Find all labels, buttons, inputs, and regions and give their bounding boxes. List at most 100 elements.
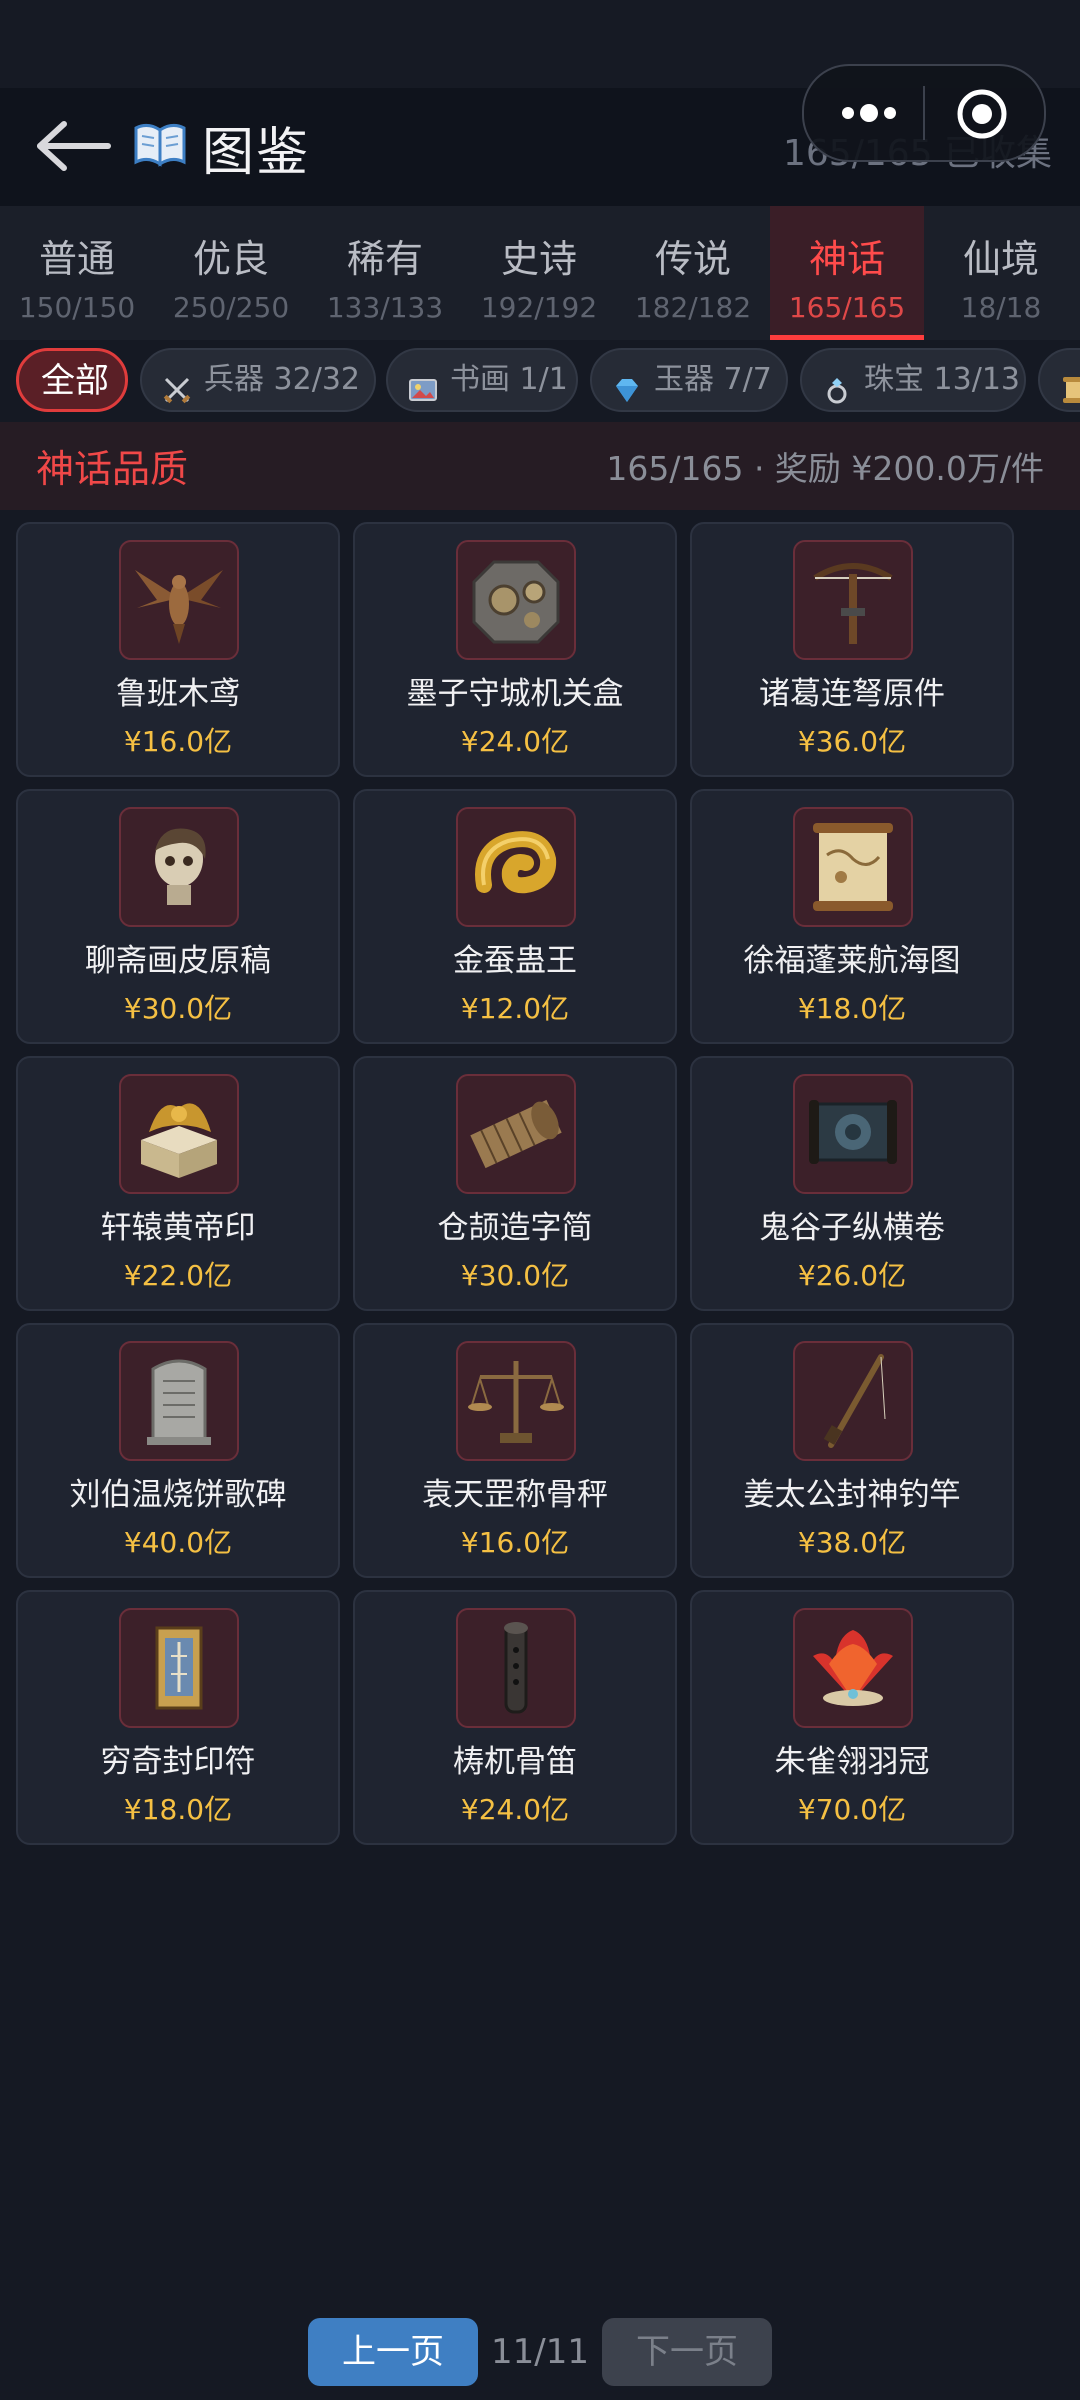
- item-price: ¥16.0亿: [123, 725, 233, 758]
- tab-rarity[interactable]: 神话 165/165: [770, 206, 924, 340]
- tab-rarity[interactable]: 传说 182/182: [616, 206, 770, 340]
- chip-label: 珠宝 13/13: [864, 362, 1020, 397]
- category-chip[interactable]: 书画 1/1: [386, 348, 578, 412]
- capsule-divider: [923, 86, 925, 140]
- tab-count: 192/192: [480, 291, 598, 324]
- next-page-button[interactable]: 下一页: [602, 2318, 772, 2386]
- item-name: 墨子守城机关盒: [406, 676, 624, 712]
- gem-icon: [612, 366, 642, 402]
- tab-rarity[interactable]: 普通 150/150: [0, 206, 154, 340]
- item-price: ¥22.0亿: [123, 1259, 233, 1292]
- pagination: 上一页 11/11 下一页: [0, 2318, 1080, 2388]
- item-card[interactable]: 墨子守城机关盒 ¥24.0亿: [353, 522, 677, 777]
- item-image: [456, 1341, 576, 1461]
- item-image: [119, 1608, 239, 1728]
- item-price: ¥70.0亿: [797, 1793, 907, 1826]
- item-price: ¥24.0亿: [460, 1793, 570, 1826]
- more-icon: [842, 104, 896, 122]
- item-price: ¥30.0亿: [123, 992, 233, 1025]
- item-image: [456, 540, 576, 660]
- tab-label: 传说: [654, 237, 731, 281]
- page-title: 图鉴: [202, 123, 311, 183]
- item-card[interactable]: 诸葛连弩原件 ¥36.0亿: [690, 522, 1014, 777]
- item-price: ¥40.0亿: [123, 1526, 233, 1559]
- item-card[interactable]: 聊斋画皮原稿 ¥30.0亿: [16, 789, 340, 1044]
- item-name: 轩辕黄帝印: [100, 1210, 256, 1246]
- item-card[interactable]: 徐福蓬莱航海图 ¥18.0亿: [690, 789, 1014, 1044]
- item-image: [793, 1074, 913, 1194]
- item-name: 鬼谷子纵横卷: [759, 1210, 945, 1246]
- item-image: [793, 1608, 913, 1728]
- item-name: 诸葛连弩原件: [759, 676, 945, 712]
- item-name: 刘伯温烧饼歌碑: [69, 1477, 287, 1513]
- chip-label: 兵器 32/32: [204, 362, 360, 397]
- item-card[interactable]: 轩辕黄帝印 ¥22.0亿: [16, 1056, 340, 1311]
- item-image: [456, 1608, 576, 1728]
- chip-label: 全部: [41, 361, 109, 401]
- item-card[interactable]: 鲁班木鸢 ¥16.0亿: [16, 522, 340, 777]
- item-image: [456, 807, 576, 927]
- tab-count: 182/182: [634, 291, 752, 324]
- item-name: 姜太公封神钓竿: [743, 1477, 961, 1513]
- item-price: ¥24.0亿: [460, 725, 570, 758]
- item-name: 袁天罡称骨秤: [422, 1477, 608, 1513]
- category-chip[interactable]: 兵器 32/32: [140, 348, 376, 412]
- tab-count: 165/165: [788, 291, 906, 324]
- tab-label: 仙境: [962, 237, 1039, 281]
- page-indicator: 11/11: [491, 2332, 589, 2372]
- item-price: ¥30.0亿: [460, 1259, 570, 1292]
- item-card[interactable]: 袁天罡称骨秤 ¥16.0亿: [353, 1323, 677, 1578]
- item-price: ¥38.0亿: [797, 1526, 907, 1559]
- category-chip[interactable]: 全部: [16, 348, 128, 412]
- target-close-icon: [957, 89, 1007, 139]
- item-name: 聊斋画皮原稿: [85, 943, 271, 979]
- tab-count: 133/133: [326, 291, 444, 324]
- item-price: ¥16.0亿: [460, 1526, 570, 1559]
- item-card[interactable]: 仓颉造字简 ¥30.0亿: [353, 1056, 677, 1311]
- back-button[interactable]: [34, 118, 114, 174]
- item-price: ¥26.0亿: [797, 1259, 907, 1292]
- tab-label: 神话: [808, 237, 885, 281]
- category-chip[interactable]: 珠宝 13/13: [800, 348, 1026, 412]
- tab-label: 普通: [38, 237, 115, 281]
- item-card[interactable]: 朱雀翎羽冠 ¥70.0亿: [690, 1590, 1014, 1845]
- item-name: 金蚕蛊王: [453, 943, 577, 979]
- quality-summary: 165/165 · 奖励 ¥200.0万/件: [606, 449, 1044, 488]
- scroll-icon: [1060, 366, 1080, 403]
- tab-rarity[interactable]: 优良 250/250: [154, 206, 308, 340]
- tab-rarity[interactable]: 稀有 133/133: [308, 206, 462, 340]
- quality-bar: 神话品质 165/165 · 奖励 ¥200.0万/件: [0, 422, 1080, 510]
- item-card[interactable]: 姜太公封神钓竿 ¥38.0亿: [690, 1323, 1014, 1578]
- item-card[interactable]: 鬼谷子纵横卷 ¥26.0亿: [690, 1056, 1014, 1311]
- item-card[interactable]: 金蚕蛊王 ¥12.0亿: [353, 789, 677, 1044]
- item-card[interactable]: 梼杌骨笛 ¥24.0亿: [353, 1590, 677, 1845]
- picture-icon: [408, 366, 438, 401]
- mini-program-capsule: [802, 64, 1046, 162]
- quality-title: 神话品质: [36, 447, 189, 491]
- item-image: [119, 540, 239, 660]
- item-image: [119, 807, 239, 927]
- tab-rarity[interactable]: 仙境 18/18: [924, 206, 1078, 340]
- item-price: ¥36.0亿: [797, 725, 907, 758]
- rarity-tabs: 普通 150/150 优良 250/250 稀有 133/133 史诗 192/192 传说 18…: [0, 206, 1080, 340]
- item-card[interactable]: 穷奇封印符 ¥18.0亿: [16, 1590, 340, 1845]
- category-chip[interactable]: [1038, 348, 1080, 412]
- swords-icon: [162, 366, 192, 404]
- item-card[interactable]: 刘伯温烧饼歌碑 ¥40.0亿: [16, 1323, 340, 1578]
- tab-label: 稀有: [346, 237, 423, 281]
- item-name: 鲁班木鸢: [116, 676, 240, 712]
- chip-label: 玉器 7/7: [654, 362, 772, 397]
- book-icon: [132, 120, 188, 168]
- prev-page-button[interactable]: 上一页: [308, 2318, 478, 2386]
- category-chip[interactable]: 玉器 7/7: [590, 348, 788, 412]
- arrow-left-icon: [37, 121, 111, 171]
- item-name: 仓颉造字简: [437, 1210, 593, 1246]
- tab-count: 150/150: [18, 291, 136, 324]
- more-button[interactable]: [834, 90, 904, 136]
- tab-count: 18/18: [960, 291, 1042, 324]
- close-button[interactable]: [954, 86, 1010, 142]
- item-price: ¥18.0亿: [123, 1793, 233, 1826]
- category-chips: 全部 兵器 32/32 书画 1/1 玉器 7/7 珠宝 13/13: [0, 340, 1080, 422]
- tab-rarity[interactable]: 史诗 192/192: [462, 206, 616, 340]
- item-name: 徐福蓬莱航海图: [743, 943, 961, 979]
